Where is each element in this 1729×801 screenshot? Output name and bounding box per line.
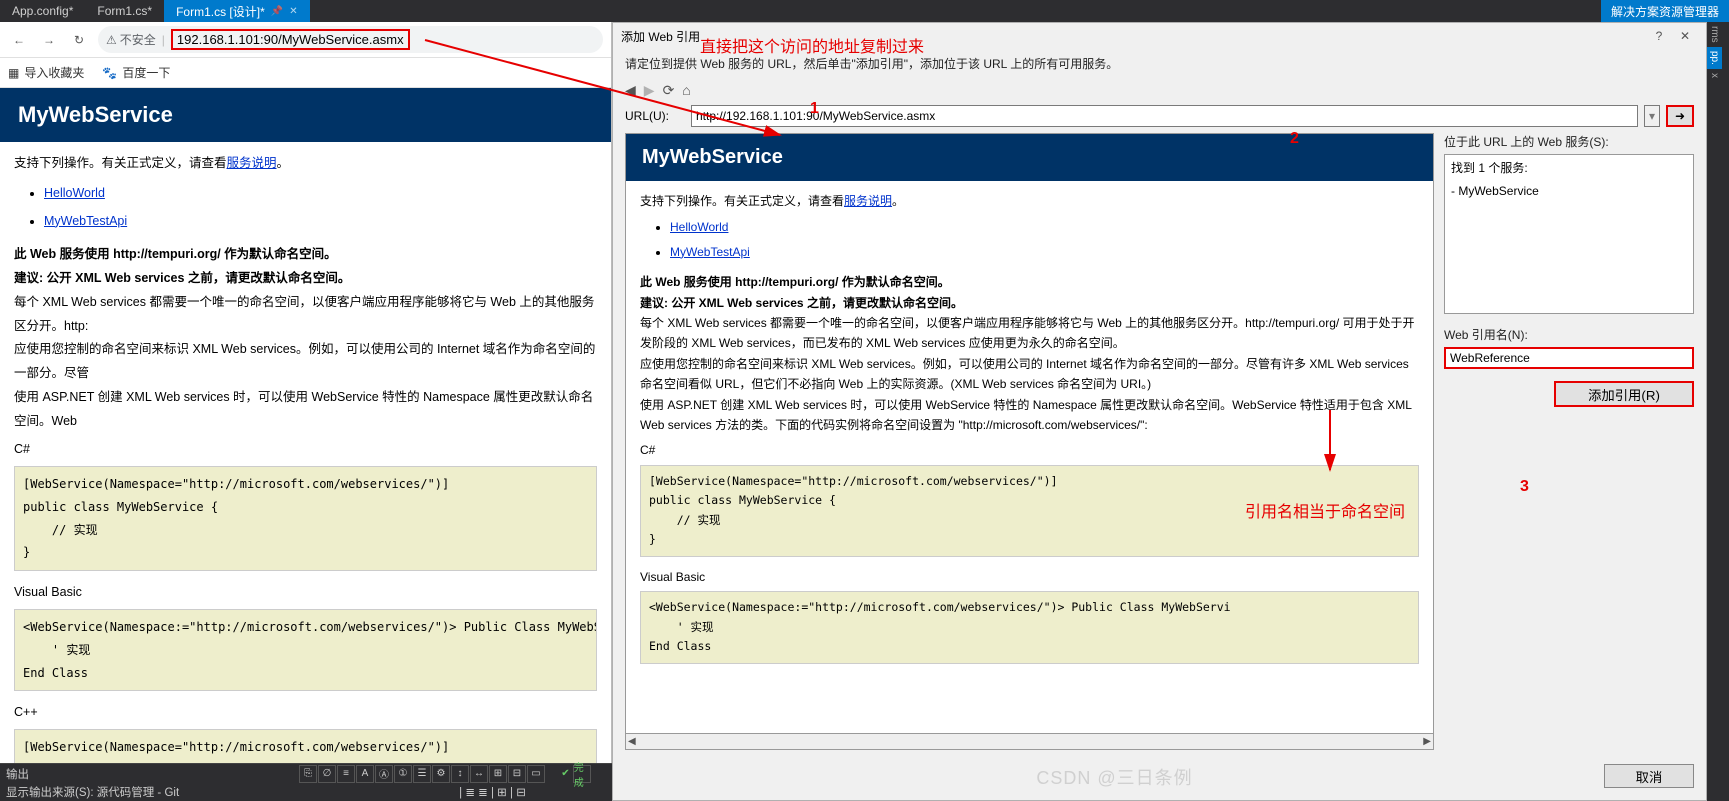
tool-icon[interactable]: ⊞ [489, 765, 507, 783]
url-label: URL(U): [625, 109, 685, 123]
code-block-cs: [WebService(Namespace="http://microsoft.… [640, 465, 1419, 557]
tool-icon[interactable]: ☰ [413, 765, 431, 783]
code-block-cs: [WebService(Namespace="http://microsoft.… [14, 466, 597, 571]
add-web-reference-dialog: 添加 Web 引用 ? ✕ 请定位到提供 Web 服务的 URL，然后单击"添加… [612, 22, 1707, 801]
paw-icon: 🐾 [102, 66, 117, 80]
url-input[interactable] [691, 105, 1638, 127]
tool-icon[interactable]: Ⓐ [375, 765, 393, 783]
toolbar-icons: | ≣ ≣ | ⊞ | ⊟ [459, 785, 526, 799]
service-preview[interactable]: MyWebService 支持下列操作。有关正式定义，请查看服务说明。 Hell… [625, 133, 1434, 734]
method-link[interactable]: MyWebTestApi [670, 245, 750, 259]
forward-icon[interactable]: ▶ [644, 82, 655, 99]
services-label: 位于此 URL 上的 Web 服务(S): [1444, 133, 1694, 150]
grid-icon: ▦ [8, 66, 19, 80]
vs-output-panel: 输出 ⎘∅≡AⒶ①☰⚙↕↔⊞⊟▭ ✔ 完成 显示输出来源(S): 源代码管理 -… [0, 763, 612, 801]
output-source-label: 显示输出来源(S): [6, 784, 94, 800]
vs-side-tabs: rms pp. x [1707, 22, 1729, 801]
output-title: 输出 [6, 766, 29, 782]
home-icon[interactable]: ⌂ [682, 82, 690, 99]
tool-icon[interactable]: ▭ [527, 765, 545, 783]
vs-tab-active[interactable]: Form1.cs [设计]*📌✕ [164, 0, 310, 22]
side-tab[interactable]: x [1707, 69, 1722, 82]
preview-title: MyWebService [626, 134, 1433, 181]
advice-line: 建议: 公开 XML Web services 之前，请更改默认命名空间。 [14, 267, 597, 291]
add-reference-button[interactable]: 添加引用(R) [1554, 381, 1694, 407]
page-title: MyWebService [0, 88, 611, 142]
side-tab[interactable]: rms [1707, 22, 1722, 47]
dropdown-icon[interactable]: ▾ [1644, 105, 1660, 127]
vs-tab-bar: App.config* Form1.cs* Form1.cs [设计]*📌✕ 解… [0, 0, 1729, 22]
method-link[interactable]: HelloWorld [670, 220, 728, 234]
import-bookmarks[interactable]: ▦导入收藏夹 [8, 64, 84, 81]
bottom-toolbar: ⎘∅≡AⒶ①☰⚙↕↔⊞⊟▭ ✔ 完成 [299, 765, 606, 783]
tool-icon[interactable]: ↔ [470, 765, 488, 783]
forward-icon[interactable]: → [38, 33, 60, 47]
h-scrollbar[interactable]: ◀▶ [625, 734, 1434, 750]
found-count: 找到 1 个服务: [1451, 159, 1687, 176]
browser-nav: ← → ↻ ⚠ 不安全 | 192.168.1.101:90/MyWebServ… [0, 22, 611, 58]
tool-icon[interactable]: ∅ [318, 765, 336, 783]
method-link[interactable]: HelloWorld [44, 186, 105, 200]
tool-icon[interactable]: ↕ [451, 765, 469, 783]
tool-icon[interactable]: ① [394, 765, 412, 783]
refresh-icon[interactable]: ⟳ [663, 82, 675, 99]
done-label: ✔ 完成 [546, 765, 606, 783]
side-tab[interactable]: pp. [1707, 47, 1722, 69]
bookmark-baidu[interactable]: 🐾百度一下 [102, 64, 170, 81]
dialog-hint: 请定位到提供 Web 服务的 URL，然后单击"添加引用"，添加位于该 URL … [613, 49, 1706, 82]
bookmark-bar: ▦导入收藏夹 🐾百度一下 [0, 58, 611, 88]
reload-icon[interactable]: ↻ [68, 33, 90, 47]
vs-tab[interactable]: Form1.cs* [85, 0, 164, 22]
go-button[interactable]: ➜ [1666, 105, 1694, 127]
service-desc-link[interactable]: 服务说明 [844, 194, 892, 208]
close-icon[interactable]: ✕ [289, 6, 297, 17]
dialog-nav: ◀ ▶ ⟳ ⌂ [613, 82, 1706, 105]
tool-icon[interactable]: ⊟ [508, 765, 526, 783]
cancel-button[interactable]: 取消 [1604, 764, 1694, 788]
dialog-title-bar: 添加 Web 引用 ? ✕ [613, 23, 1706, 49]
ref-name-label: Web 引用名(N): [1444, 326, 1694, 343]
tool-icon[interactable]: ⚙ [432, 765, 450, 783]
watermark: CSDN @三日条例 [625, 764, 1604, 790]
code-block-vb: <WebService(Namespace:="http://microsoft… [640, 591, 1419, 664]
solution-explorer-tab[interactable]: 解决方案资源管理器 [1601, 0, 1729, 22]
tool-icon[interactable]: ⎘ [299, 765, 317, 783]
back-icon[interactable]: ← [8, 33, 30, 47]
ref-name-input[interactable] [1444, 347, 1694, 369]
tool-icon[interactable]: A [356, 765, 374, 783]
namespace-line: 此 Web 服务使用 http://tempuri.org/ 作为默认命名空间。 [14, 243, 597, 267]
tool-icon[interactable]: ≡ [337, 765, 355, 783]
close-icon[interactable]: ✕ [1672, 29, 1698, 43]
output-source-value[interactable]: 源代码管理 - Git [97, 784, 179, 800]
url-text: 192.168.1.101:90/MyWebService.asmx [171, 29, 410, 50]
vs-tab[interactable]: App.config* [0, 0, 85, 22]
pin-icon[interactable]: 📌 [271, 6, 283, 17]
code-block-vb: <WebService(Namespace:="http://microsoft… [14, 609, 597, 691]
not-secure-label: ⚠ 不安全 [106, 31, 156, 48]
address-bar[interactable]: ⚠ 不安全 | 192.168.1.101:90/MyWebService.as… [98, 26, 603, 53]
method-link[interactable]: MyWebTestApi [44, 214, 127, 228]
browser-panel: ← → ↻ ⚠ 不安全 | 192.168.1.101:90/MyWebServ… [0, 22, 612, 801]
web-page: MyWebService 支持下列操作。有关正式定义，请查看服务说明。 Hell… [0, 88, 611, 801]
service-desc-link[interactable]: 服务说明 [227, 156, 277, 170]
service-item[interactable]: - MyWebService [1451, 184, 1687, 198]
back-icon[interactable]: ◀ [625, 82, 636, 99]
services-list[interactable]: 找到 1 个服务: - MyWebService [1444, 154, 1694, 314]
help-button[interactable]: ? [1646, 29, 1672, 43]
